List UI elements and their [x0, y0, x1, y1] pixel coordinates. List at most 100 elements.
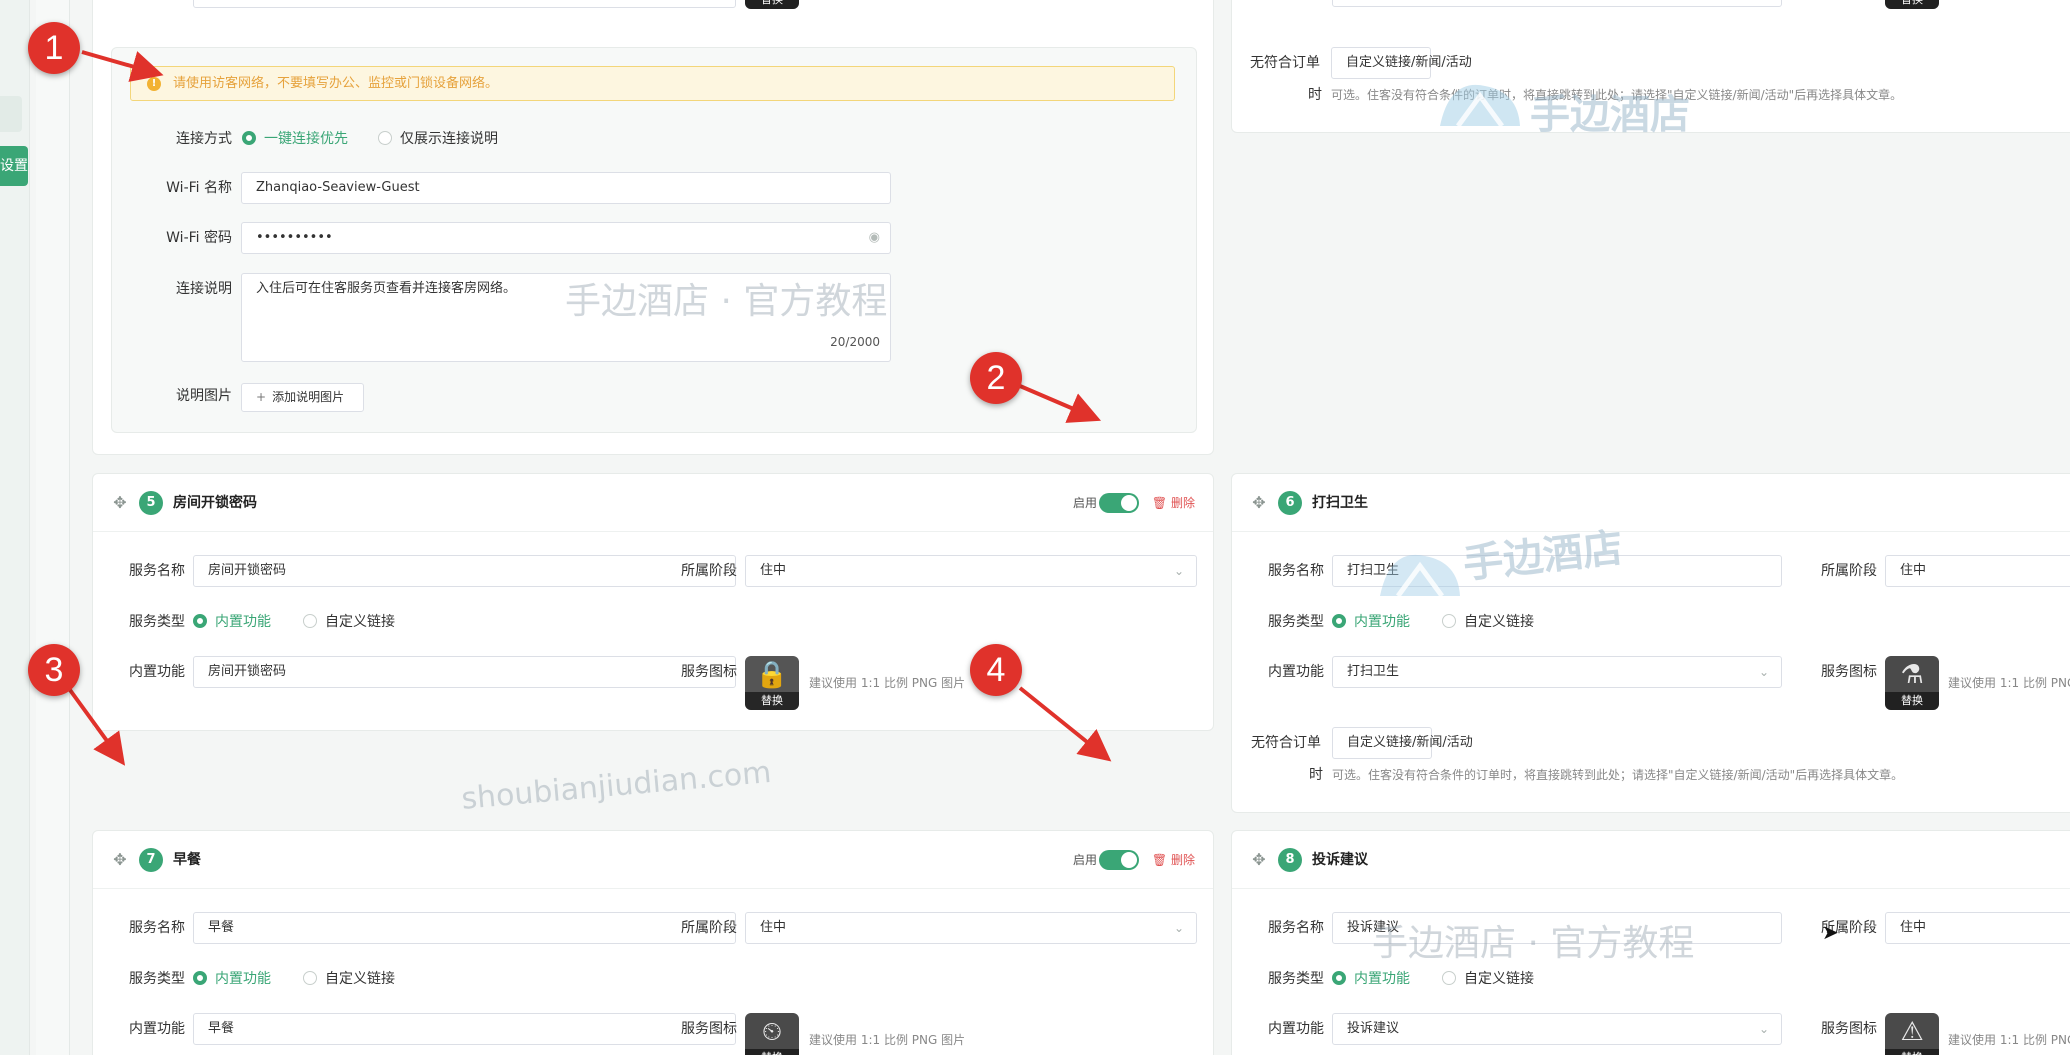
drag-handle-icon[interactable]: ✥ [111, 851, 129, 869]
builtin-func-label: 内置功能 [129, 1021, 185, 1037]
desc-label: 连接说明 [176, 281, 232, 297]
card-number: 6 [1278, 491, 1302, 515]
delete-button[interactable]: 🗑 删除 [1152, 493, 1195, 513]
service-icon-picker[interactable]: ⚠ 替换 [1885, 1013, 1939, 1055]
radio-builtin[interactable]: 内置功能 [193, 612, 271, 632]
step-marker-1: 1 [28, 22, 80, 74]
radio-dot-icon [242, 131, 256, 145]
radio-custom-link[interactable]: 自定义链接 [1442, 969, 1534, 989]
no-order-select[interactable]: 自定义链接/新闻/活动 [1331, 47, 1472, 79]
no-order-label: 无符合订单 [1251, 735, 1321, 751]
swap-label: 替换 [1885, 0, 1939, 9]
service-name-input[interactable]: 投诉建议 [1332, 912, 1782, 944]
card-title: 房间开锁密码 [173, 495, 257, 511]
wifi-card-top-input[interactable] [193, 0, 736, 8]
card-number: 5 [139, 491, 163, 515]
wifi-alert-text: 请使用访客网络，不要填写办公、监控或门锁设备网络。 [173, 76, 499, 91]
service-name-label: 服务名称 [129, 920, 185, 936]
complaint-icon: ⚠ [1900, 1017, 1924, 1047]
step-marker-4: 4 [970, 644, 1022, 696]
builtin-func-select[interactable]: 打扫卫生 ⌄ [1332, 656, 1782, 688]
password-input[interactable]: •••••••••• ◉ [241, 222, 891, 254]
desc-textarea[interactable]: 入住后可在住客服务页查看并连接客房网络。 20/2000 [241, 273, 891, 362]
service-name-label: 服务名称 [1268, 920, 1324, 936]
stage-select[interactable]: 住中 ⌄ [745, 555, 1197, 587]
card-number: 8 [1278, 848, 1302, 872]
service-name-label: 服务名称 [1268, 563, 1324, 579]
wifi-alert: ! 请使用访客网络，不要填写办公、监控或门锁设备网络。 [130, 66, 1175, 101]
stage-select[interactable]: 住中 [1885, 555, 2070, 587]
radio-dot-icon [1332, 614, 1346, 628]
service-type-label: 服务类型 [1268, 971, 1324, 987]
stage-label: 所属阶段 [681, 920, 737, 936]
stage-label: 所属阶段 [1821, 920, 1877, 936]
service-name-input[interactable]: 打扫卫生 [1332, 555, 1782, 587]
card-title: 投诉建议 [1312, 852, 1368, 868]
card-title: 早餐 [173, 852, 201, 868]
service-name-input[interactable]: 房间开锁密码 [193, 555, 736, 587]
stage-select[interactable]: 住中 ⌄ [745, 912, 1197, 944]
icon-hint: 建议使用 1:1 比例 PNG 图片 [809, 1033, 966, 1047]
eye-icon[interactable]: ◉ [869, 223, 880, 253]
delete-button[interactable]: 🗑 删除 [1152, 850, 1195, 870]
radio-builtin[interactable]: 内置功能 [1332, 969, 1410, 989]
plus-icon: + [256, 390, 267, 404]
builtin-func-select[interactable]: 早餐 ⌄ [193, 1013, 736, 1045]
connect-mode-label: 连接方式 [176, 131, 232, 147]
trash-icon: 🗑 [1151, 853, 1168, 867]
radio-dot-icon [193, 614, 207, 628]
password-label: Wi-Fi 密码 [166, 230, 232, 246]
wifi-card-top-icon[interactable]: ⌁ 替换 [745, 0, 799, 9]
icon-hint: 建议使用 1:1 比例 PNG 图片 [1948, 1033, 2070, 1047]
radio-dot-icon [303, 614, 317, 628]
drag-handle-icon[interactable]: ✥ [1250, 851, 1268, 869]
radio-dot-icon [378, 131, 392, 145]
no-order-select[interactable]: 自定义链接/新闻/活动 [1332, 727, 1473, 759]
radio-builtin[interactable]: 内置功能 [193, 969, 271, 989]
enable-toggle[interactable] [1099, 493, 1139, 513]
top-right-card-input[interactable] [1332, 0, 1782, 7]
lock-icon: 🔒 [755, 660, 789, 690]
stage-value: 住中 [760, 563, 787, 578]
trash-icon: 🗑 [1151, 496, 1168, 510]
radio-custom-link[interactable]: 自定义链接 [303, 612, 395, 632]
stage-select[interactable]: 住中 [1885, 912, 2070, 944]
service-card-5: ✥ 5 房间开锁密码 启用 🗑 删除 服务名称 房间开锁密码 所属阶段 住中 ⌄ … [92, 473, 1214, 731]
warning-icon: ! [147, 77, 161, 91]
radio-custom-link[interactable]: 自定义链接 [303, 969, 395, 989]
service-icon-picker[interactable]: ⏲ 替换 [745, 1013, 799, 1055]
service-type-label: 服务类型 [129, 971, 185, 987]
enable-toggle[interactable] [1099, 850, 1139, 870]
sidebar-item-shade[interactable] [0, 96, 22, 132]
builtin-func-select[interactable]: 投诉建议 ⌄ [1332, 1013, 1782, 1045]
service-icon-picker[interactable]: 🔒 替换 [745, 656, 799, 710]
cleaning-icon: ⚗ [1900, 660, 1924, 690]
service-name-input[interactable]: 早餐 [193, 912, 736, 944]
radio-desc-only[interactable]: 仅展示连接说明 [378, 129, 498, 149]
builtin-func-select[interactable]: 房间开锁密码 ⌄ [193, 656, 736, 688]
service-icon-label: 服务图标 [1821, 664, 1877, 680]
drag-handle-icon[interactable]: ✥ [1250, 494, 1268, 512]
no-order-label-suffix: 时 [1308, 87, 1322, 103]
no-order-hint: 可选。住客没有符合条件的订单时，将直接跳转到此处；请选择"自定义链接/新闻/活动… [1332, 768, 1904, 782]
ssid-input[interactable]: Zhanqiao-Seaview-Guest [241, 172, 891, 204]
service-icon-picker[interactable]: ⚗ 替换 [1885, 656, 1939, 710]
no-order-hint: 可选。住客没有符合条件的订单时，将直接跳转到此处；请选择"自定义链接/新闻/活动… [1331, 88, 1903, 102]
builtin-func-value: 打扫卫生 [1347, 664, 1400, 679]
sidebar-item-settings[interactable]: 设置 [0, 146, 28, 186]
radio-builtin[interactable]: 内置功能 [1332, 612, 1410, 632]
no-order-label-suffix: 时 [1309, 767, 1323, 783]
radio-one-click[interactable]: 一键连接优先 [242, 129, 348, 149]
swap-label: 替换 [1885, 692, 1939, 710]
content-rail [36, 0, 70, 1055]
chevron-down-icon: ⌄ [1758, 665, 1769, 679]
drag-handle-icon[interactable]: ✥ [111, 494, 129, 512]
stage-label: 所属阶段 [681, 563, 737, 579]
step-marker-3: 3 [28, 644, 80, 696]
add-image-button[interactable]: + 添加说明图片 [241, 383, 364, 412]
chevron-down-icon: ⌄ [1758, 1022, 1769, 1036]
top-right-card-icon[interactable]: ⚲ 替换 [1885, 0, 1939, 9]
password-value: •••••••••• [256, 230, 333, 245]
radio-custom-link[interactable]: 自定义链接 [1442, 612, 1534, 632]
desc-counter: 20/2000 [830, 335, 880, 349]
